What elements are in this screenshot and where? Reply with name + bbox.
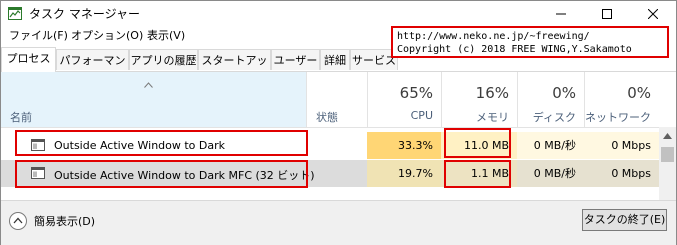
chevron-up-icon [13, 217, 23, 224]
sort-ascending-icon [144, 82, 153, 88]
close-button[interactable] [630, 1, 676, 27]
header-disk-percent: 0% [552, 84, 576, 102]
header-network-label: ネットワーク [585, 111, 651, 124]
column-header: 名前 状態 65% CPU 16% メモリ 0% ディスク 0% ネットワーク [1, 72, 676, 128]
header-disk-label: ディスク [532, 111, 576, 124]
cpu-cell: 19.7% [367, 160, 441, 187]
minimize-icon [556, 13, 566, 15]
task-manager-icon [8, 7, 22, 20]
footer-bar: 簡易表示(D) タスクの終了(E) [1, 200, 676, 245]
app-window-icon [31, 167, 45, 179]
header-network-column[interactable]: 0% ネットワーク [584, 72, 659, 127]
network-cell: 0 Mbps [584, 132, 659, 159]
fewer-details-toggle[interactable] [9, 212, 27, 230]
disk-cell: 0 MB/秒 [517, 132, 584, 159]
header-memory-percent: 16% [475, 84, 509, 102]
header-cpu-label: CPU [410, 109, 433, 122]
header-status-label: 状態 [316, 111, 338, 124]
header-cpu-percent: 65% [399, 84, 433, 102]
scrollbar-thumb[interactable] [661, 147, 674, 162]
maximize-icon [602, 9, 612, 19]
overlay-copyright: Copyright (c) 2018 FREE WING,Y.Sakamoto [397, 44, 632, 55]
header-memory-label: メモリ [476, 111, 509, 124]
process-name: Outside Active Window to Dark [54, 139, 226, 152]
title-bar[interactable]: タスク マネージャー [1, 1, 676, 27]
header-name-column[interactable]: 名前 [1, 72, 306, 127]
menu-options[interactable]: オプション(O) [71, 27, 143, 45]
fewer-details-link[interactable]: 簡易表示(D) [34, 213, 95, 229]
header-cpu-column[interactable]: 65% CPU [367, 72, 441, 127]
copyright-overlay: http://www.neko.ne.jp/~freewing/ Copyrig… [391, 26, 669, 58]
cpu-cell: 33.3% [367, 132, 441, 159]
minimize-button[interactable] [538, 1, 584, 27]
app-window-icon [31, 139, 45, 151]
memory-cell: 1.1 MB [441, 160, 517, 187]
tab-startup[interactable]: スタートアップ [198, 49, 271, 88]
menu-file[interactable]: ファイル(F) [9, 27, 68, 45]
header-name-label: 名前 [10, 111, 32, 124]
header-disk-column[interactable]: 0% ディスク [517, 72, 584, 127]
header-network-percent: 0% [627, 84, 651, 102]
header-memory-column[interactable]: 16% メモリ [441, 72, 517, 127]
window-title: タスク マネージャー [29, 7, 140, 21]
tab-app-history[interactable]: アプリの履歴 [129, 49, 198, 70]
maximize-button[interactable] [584, 1, 630, 27]
scroll-up-icon[interactable] [663, 133, 672, 139]
process-name: Outside Active Window to Dark MFC (32 ビッ… [54, 169, 315, 182]
overlay-url: http://www.neko.ne.jp/~freewing/ [397, 31, 590, 42]
tab-performance[interactable]: パフォーマンス [56, 49, 129, 88]
table-row[interactable]: Outside Active Window to Dark 33.3% 11.0… [1, 132, 659, 159]
vertical-scrollbar[interactable] [659, 127, 676, 200]
table-row[interactable]: Outside Active Window to Dark MFC (32 ビッ… [1, 160, 659, 187]
network-cell: 0 Mbps [584, 160, 659, 187]
memory-cell: 11.0 MB [441, 132, 517, 159]
tab-users[interactable]: ユーザー [271, 49, 320, 70]
menu-view[interactable]: 表示(V) [147, 27, 185, 45]
tab-details[interactable]: 詳細 [320, 49, 350, 70]
task-manager-window: タスク マネージャー ファイル(F) オプション(O) 表示(V) プロセス パ… [0, 0, 677, 245]
header-status-column[interactable]: 状態 [306, 72, 367, 127]
close-icon [648, 9, 658, 19]
tab-processes[interactable]: プロセス [1, 47, 56, 72]
end-task-button[interactable]: タスクの終了(E) [582, 209, 667, 231]
disk-cell: 0 MB/秒 [517, 160, 584, 187]
